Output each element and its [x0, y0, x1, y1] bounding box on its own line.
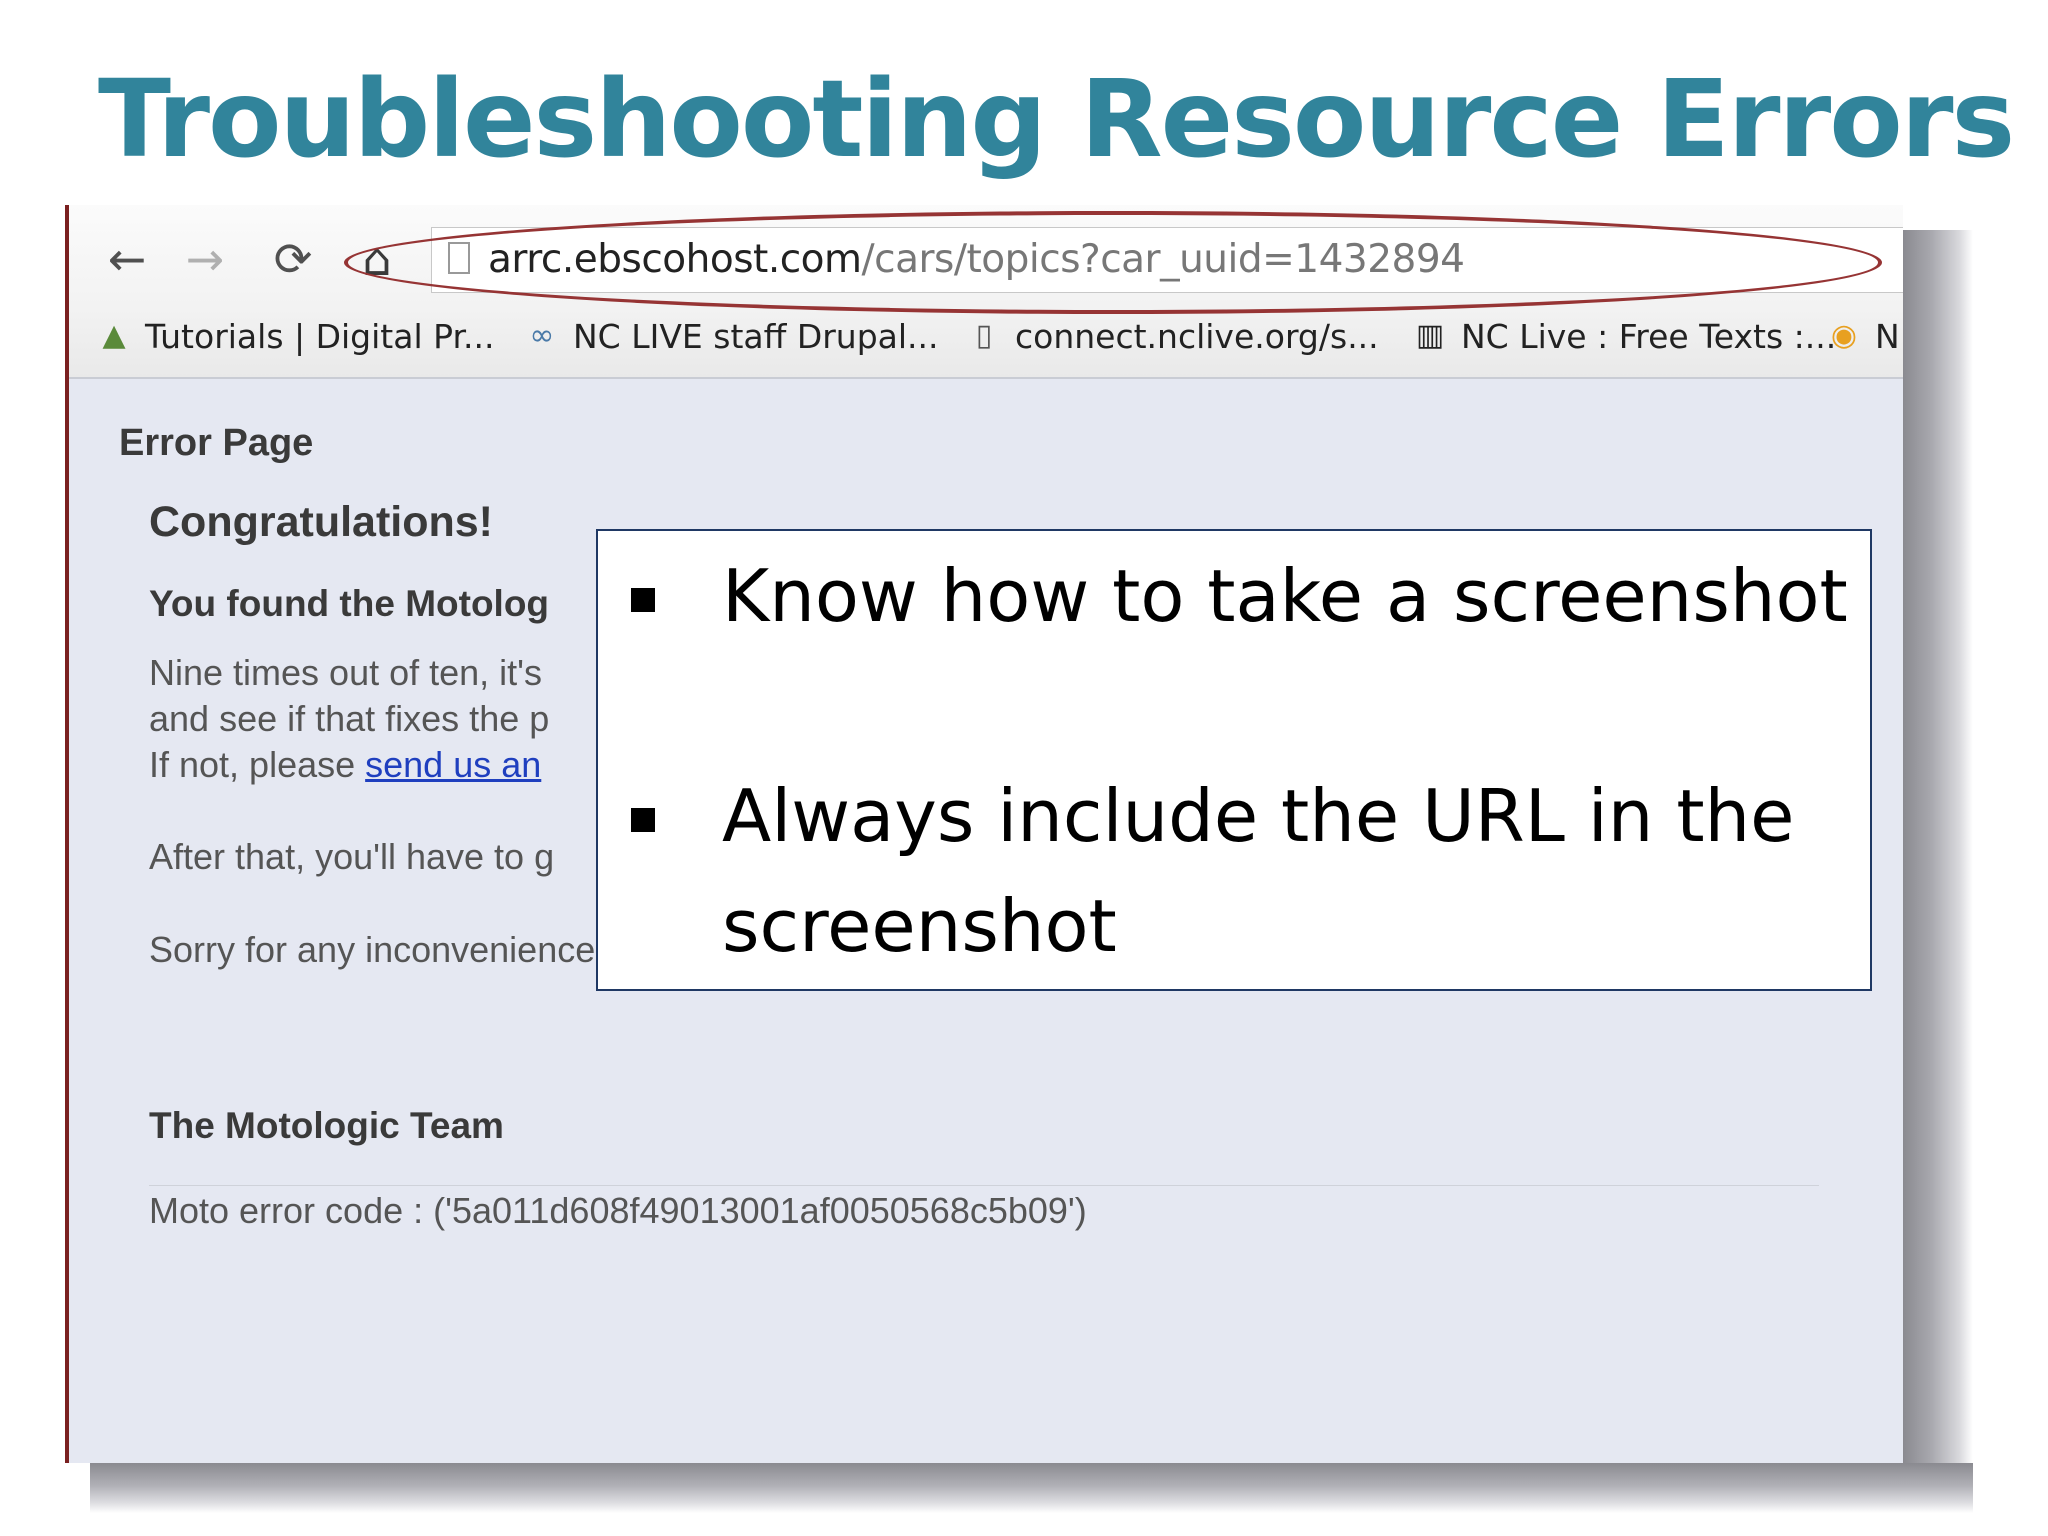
url-highlight-ellipse [344, 211, 1882, 314]
divider [149, 1185, 1819, 1186]
square-bullet-icon [631, 808, 655, 832]
team-signature: The Motologic Team [149, 1105, 504, 1146]
paragraph-line: After that, you'll have to g [149, 836, 555, 877]
bookmark-label: NC LIVE staff Drupal... [573, 316, 939, 356]
callout-bullet: Always include the URL in the screenshot [598, 761, 1870, 981]
bookmark-nclive-drupal[interactable]: ∞ NC LIVE staff Drupal... [525, 311, 939, 361]
library-icon: ▥ [1415, 318, 1445, 353]
send-email-link[interactable]: send us an [365, 744, 541, 785]
orange-circle-icon: ◉ [1830, 318, 1858, 353]
browser-toolbar: ← → ⟳ ⌂ arrc.ebscohost.com/cars/topics?c… [69, 205, 1903, 379]
bookmarks-bar: ▲ Tutorials | Digital Pr... ∞ NC LIVE st… [91, 307, 1903, 367]
screenshot-shadow [1903, 230, 1973, 1490]
bookmark-connect-nclive[interactable]: ▯ connect.nclive.org/s... [967, 311, 1379, 361]
paragraph-line: Nine times out of ten, it's [149, 652, 543, 693]
reload-icon[interactable]: ⟳ [265, 231, 321, 287]
bookmark-label: connect.nclive.org/s... [1015, 316, 1379, 356]
error-page-heading: Error Page [119, 422, 314, 464]
callout-box: Know how to take a screenshot Always inc… [596, 529, 1872, 991]
tutorial-icon: ▲ [102, 318, 126, 353]
bookmark-label: N [1875, 316, 1900, 356]
congrats-heading: Congratulations! [149, 498, 493, 546]
paragraph-prefix: If not, please [149, 744, 366, 785]
square-bullet-icon [631, 588, 655, 612]
error-code: Moto error code : ('5a011d608f49013001af… [149, 1190, 1087, 1231]
paragraph-send-email: If not, please send us an [149, 742, 541, 788]
found-message: You found the Motolog [149, 583, 550, 624]
back-arrow-icon[interactable]: ← [99, 231, 155, 287]
screenshot-shadow-bottom [90, 1463, 1973, 1513]
bookmark-label: Tutorials | Digital Pr... [145, 316, 495, 356]
callout-bullet-text: Know how to take a screenshot [722, 554, 1848, 638]
bookmark-tutorials[interactable]: ▲ Tutorials | Digital Pr... [97, 311, 494, 361]
page-icon: ▯ [975, 318, 993, 353]
slide-title: Troubleshooting Resource Errors [98, 58, 2015, 182]
forward-arrow-icon[interactable]: → [177, 231, 233, 287]
paragraph-line: Sorry for any inconvenience, [149, 929, 606, 970]
bookmark-nclive-free-texts[interactable]: ▥ NC Live : Free Texts :... [1413, 311, 1836, 361]
callout-bullet: Know how to take a screenshot [598, 541, 1870, 761]
drupal-icon: ∞ [529, 318, 555, 353]
bookmark-truncated[interactable]: ◉ N [1827, 311, 1900, 361]
bookmark-label: NC Live : Free Texts :... [1461, 316, 1837, 356]
callout-bullet-text: Always include the URL in the screenshot [722, 774, 1795, 968]
paragraph-line: and see if that fixes the p [149, 698, 550, 739]
